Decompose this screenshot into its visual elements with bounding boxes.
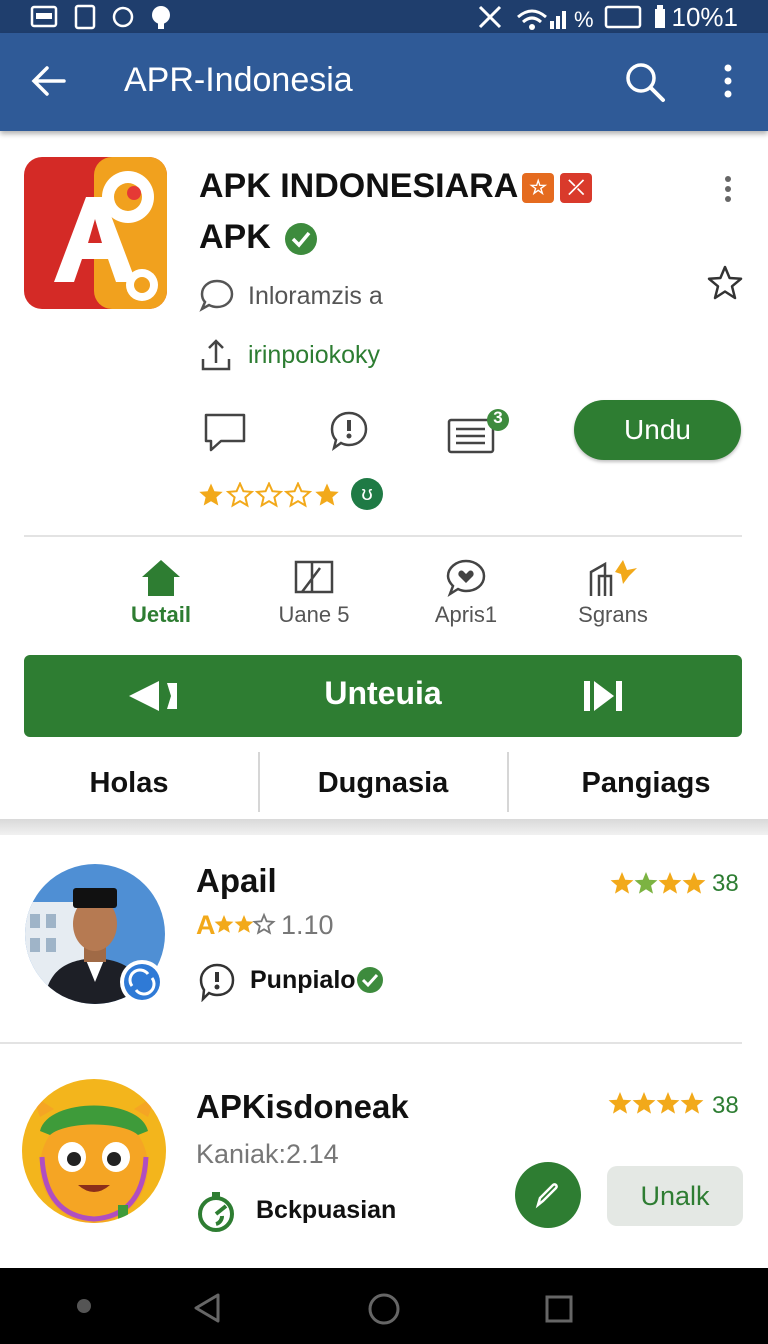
divider [24,535,742,537]
tab-3[interactable]: Apris1 [391,558,541,628]
score-stars [608,1092,704,1114]
app-title-text-2: APK [199,218,271,256]
home-icon [142,560,180,596]
list-item-score: 38 [712,870,739,897]
list-count-badge: 3 [493,408,503,427]
app-title-text: APK INDONESIARA [199,167,519,205]
nav-home-icon[interactable] [367,1292,401,1326]
segment-2[interactable]: Dugnasia [260,757,506,817]
tab-4[interactable]: Sgrans [538,558,688,628]
search-icon[interactable] [624,61,666,103]
divider [0,1042,742,1044]
small-rating-stars [214,914,275,934]
list-item-title: APKisdoneak [196,1088,409,1125]
developer-name: Inloramzis a [248,282,383,310]
rating-prefix: A [196,910,216,940]
verified-check-icon [285,223,317,255]
person-avatar [25,864,165,1004]
badge-tool-icon: ⤫ [560,173,593,204]
cartoon-avatar [22,1079,166,1223]
next-icon[interactable] [584,679,624,713]
list-item-link[interactable]: Bckpuasian [256,1196,396,1225]
section-separator [0,819,768,835]
tab-detail[interactable]: Uetail [86,558,236,628]
status-icons-right: % [478,5,642,31]
chat-bubble-icon [199,279,234,312]
heart-chat-icon [446,559,486,598]
status-bar: % 10%1 [0,0,768,33]
list-item-link[interactable]: Punpialo [250,966,356,995]
feedback-icon[interactable] [329,410,369,452]
list-item-title: Apail [196,862,277,899]
status-icons-left [30,4,170,30]
edit-fab-button[interactable] [515,1162,581,1228]
tab-label: Uane 5 [278,602,350,627]
card-overflow-icon[interactable] [722,175,734,205]
timer-icon [198,1192,234,1232]
tab-2[interactable]: Uane 5 [239,558,389,628]
list-item-subtitle: Kaniak:2.14 [196,1139,339,1169]
nav-recents-icon[interactable] [544,1294,574,1324]
install-button[interactable]: Undu [574,400,741,460]
system-nav-bar [0,1268,768,1344]
list-item-score: 38 [712,1092,739,1119]
pencil-icon [535,1183,558,1209]
app-title-line2: APK [199,218,271,257]
tab-label: Apris1 [434,602,498,627]
battery-label: % [574,7,594,31]
app-bar: APR-Indonesia [0,33,768,131]
segment-1[interactable]: Holas [24,757,234,817]
status-text: 10%1 [671,2,739,32]
app-logo-icon [24,157,167,309]
overflow-menu-icon[interactable] [722,63,734,99]
downloads-link[interactable]: irinpoiokoky [248,341,380,370]
battery-icon [655,5,665,28]
banner-label: Unteuia [324,675,442,711]
action-banner[interactable]: Unteuia [24,655,742,737]
segment-3[interactable]: Pangiags [540,757,752,817]
favorite-star-icon[interactable] [706,264,744,302]
building-icon [589,560,637,596]
feedback-icon [199,963,235,1002]
app-title-line1: APK INDONESIARA ☆ ⤫ [199,167,593,206]
frame-icon [294,560,334,594]
nav-back-icon[interactable] [192,1292,222,1324]
list-item-rating: 1.10 [281,910,334,940]
tab-label: Sgrans [578,602,648,627]
action-button[interactable]: Unalk [607,1166,743,1226]
tab-label: Uetail [131,602,191,627]
verified-check-icon [357,967,383,993]
rating-badge: ʊ [351,478,383,510]
back-arrow-icon[interactable] [30,63,66,99]
share-upload-icon [201,339,231,371]
rating-stars [199,482,339,507]
page-title: APR-Indonesia [124,61,353,99]
nav-dot-icon[interactable] [76,1298,92,1314]
segment-divider [507,752,509,812]
badge-star-icon: ☆ [522,173,555,204]
score-stars [610,872,706,894]
comment-icon[interactable] [203,412,247,454]
